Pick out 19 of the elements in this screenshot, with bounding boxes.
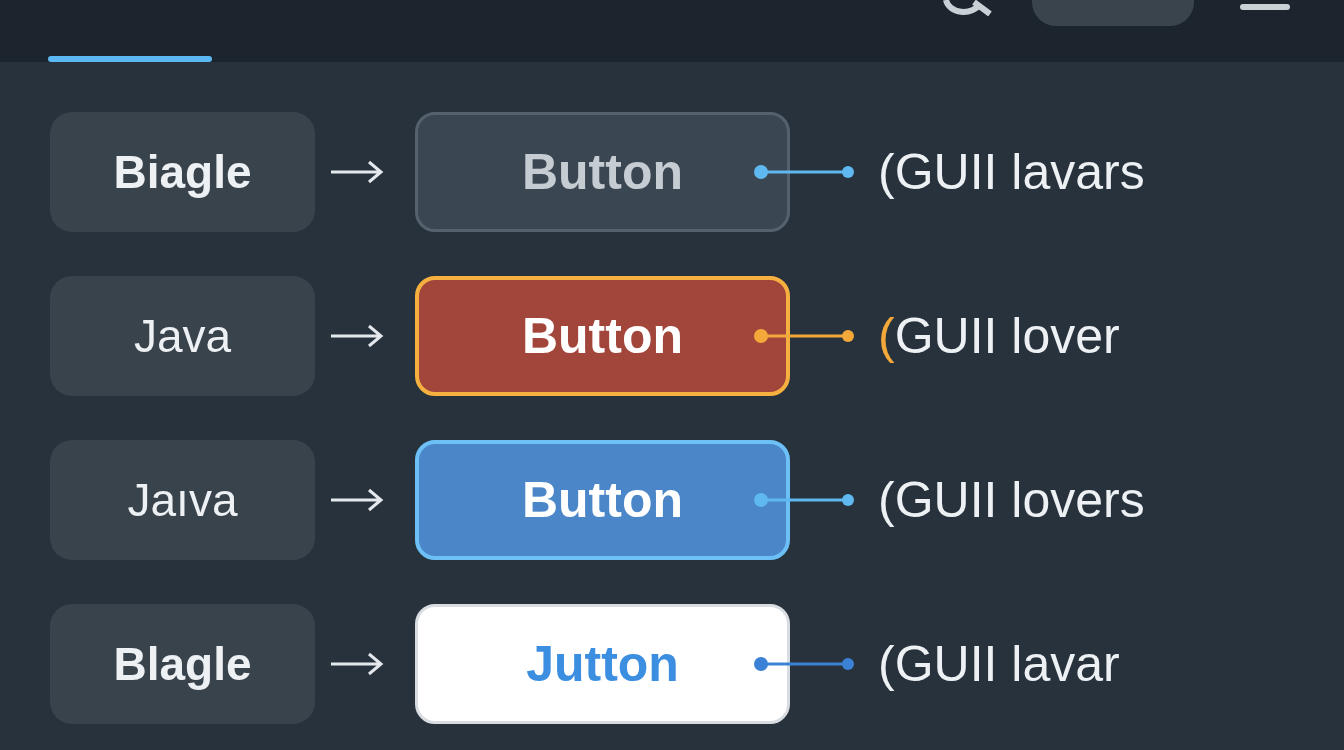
demo-button[interactable]: Jutton	[415, 604, 790, 724]
menu-icon[interactable]	[1240, 4, 1290, 10]
tab-indicator[interactable]	[48, 56, 212, 62]
pill-button[interactable]	[1032, 0, 1194, 26]
arrow-icon	[329, 160, 385, 184]
label-chip: Biagle	[50, 112, 315, 232]
demo-button[interactable]: Button	[415, 276, 790, 396]
note-text: (GUII lover	[878, 306, 1120, 366]
label-chip: Jaıva	[50, 440, 315, 560]
label-chip: Java	[50, 276, 315, 396]
note-text: (GUII lavar	[878, 634, 1120, 694]
arrow-icon	[329, 652, 385, 676]
note-text: (GUII lavars	[878, 142, 1145, 202]
demo-button[interactable]: Button	[415, 112, 790, 232]
arrow-icon	[329, 324, 385, 348]
label-chip: Blagle	[50, 604, 315, 724]
note-text: (GUII lovers	[878, 470, 1145, 530]
arrow-icon	[329, 488, 385, 512]
demo-button[interactable]: Button	[415, 440, 790, 560]
